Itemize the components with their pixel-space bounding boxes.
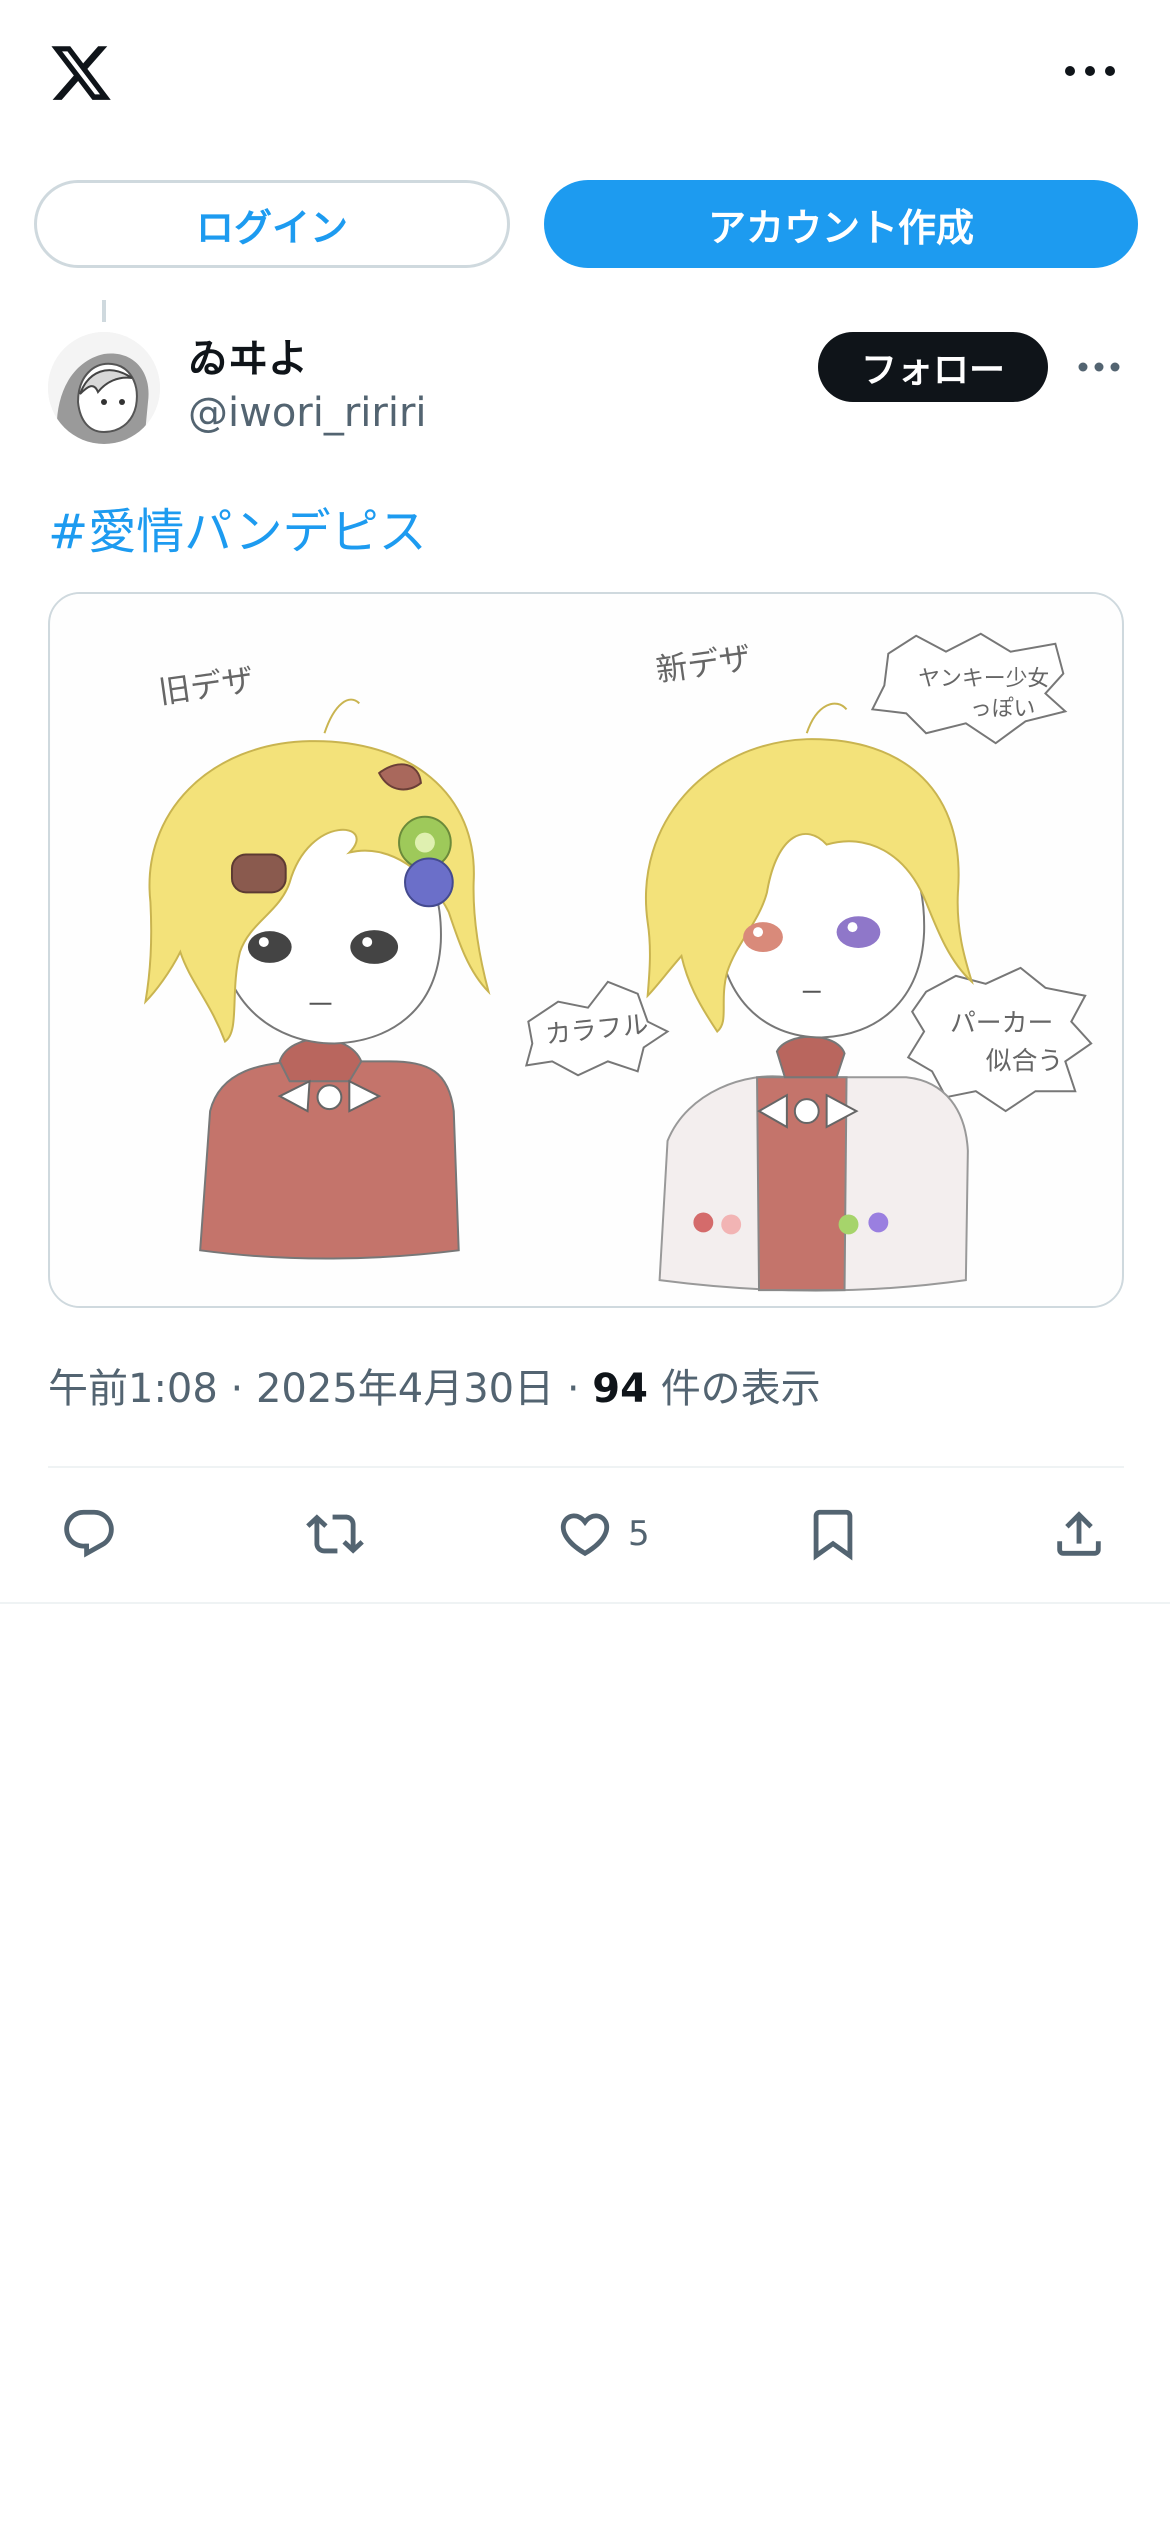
annotation-yankee-2: っぽい — [970, 696, 1036, 721]
meta-separator: · — [230, 1366, 244, 1412]
avatar-image — [48, 332, 160, 444]
annotation-parka-1: パーカー — [950, 1009, 1053, 1039]
annotation-yankee-1: ヤンキー少女 — [918, 666, 1049, 691]
like-button[interactable]: 5 — [556, 1496, 650, 1572]
create-account-button[interactable]: アカウント作成 — [544, 180, 1138, 268]
annotation-parka-2: 似合う — [986, 1046, 1064, 1076]
bookmark-icon — [813, 1509, 853, 1561]
like-icon — [560, 1513, 610, 1557]
thread-connector — [102, 300, 106, 322]
post-date[interactable]: 2025年4月30日 — [256, 1366, 554, 1412]
top-bar — [0, 0, 1170, 150]
post-image[interactable]: 旧デザ 新デザ ヤンキー少女 っぽい カラフル パーカー 似合う — [48, 592, 1124, 1308]
like-count: 5 — [628, 1514, 650, 1554]
follow-button[interactable]: フォロー — [818, 332, 1048, 402]
login-button[interactable]: ログイン — [34, 180, 510, 268]
views-count: 94 — [592, 1366, 648, 1412]
author-handle[interactable]: @iwori_ririri — [188, 390, 427, 436]
share-icon — [1057, 1511, 1101, 1556]
avatar[interactable] — [48, 332, 160, 444]
reply-icon — [64, 1509, 114, 1558]
x-logo-icon[interactable] — [46, 40, 116, 106]
post-time[interactable]: 午前1:08 — [48, 1366, 218, 1412]
action-bar: 5 — [0, 1496, 1170, 1572]
reply-button[interactable] — [60, 1496, 118, 1572]
share-button[interactable] — [1050, 1496, 1108, 1572]
meta-separator: · — [566, 1366, 580, 1412]
bookmark-button[interactable] — [804, 1496, 862, 1572]
repost-icon — [306, 1514, 364, 1554]
repost-button[interactable] — [306, 1496, 364, 1572]
divider — [0, 1602, 1170, 1604]
divider — [48, 1466, 1124, 1468]
views-label: 件の表示 — [660, 1366, 821, 1412]
more-icon[interactable] — [1076, 354, 1122, 380]
hashtag-link[interactable]: #愛情パンデピス — [48, 492, 427, 562]
more-icon[interactable] — [1060, 56, 1120, 86]
author-display-name[interactable]: ゐヰよ — [188, 326, 308, 384]
post-meta: 午前1:08 · 2025年4月30日 · 94 件の表示 — [48, 1356, 821, 1414]
illustration: 旧デザ 新デザ ヤンキー少女 っぽい カラフル パーカー 似合う — [51, 594, 1121, 1306]
